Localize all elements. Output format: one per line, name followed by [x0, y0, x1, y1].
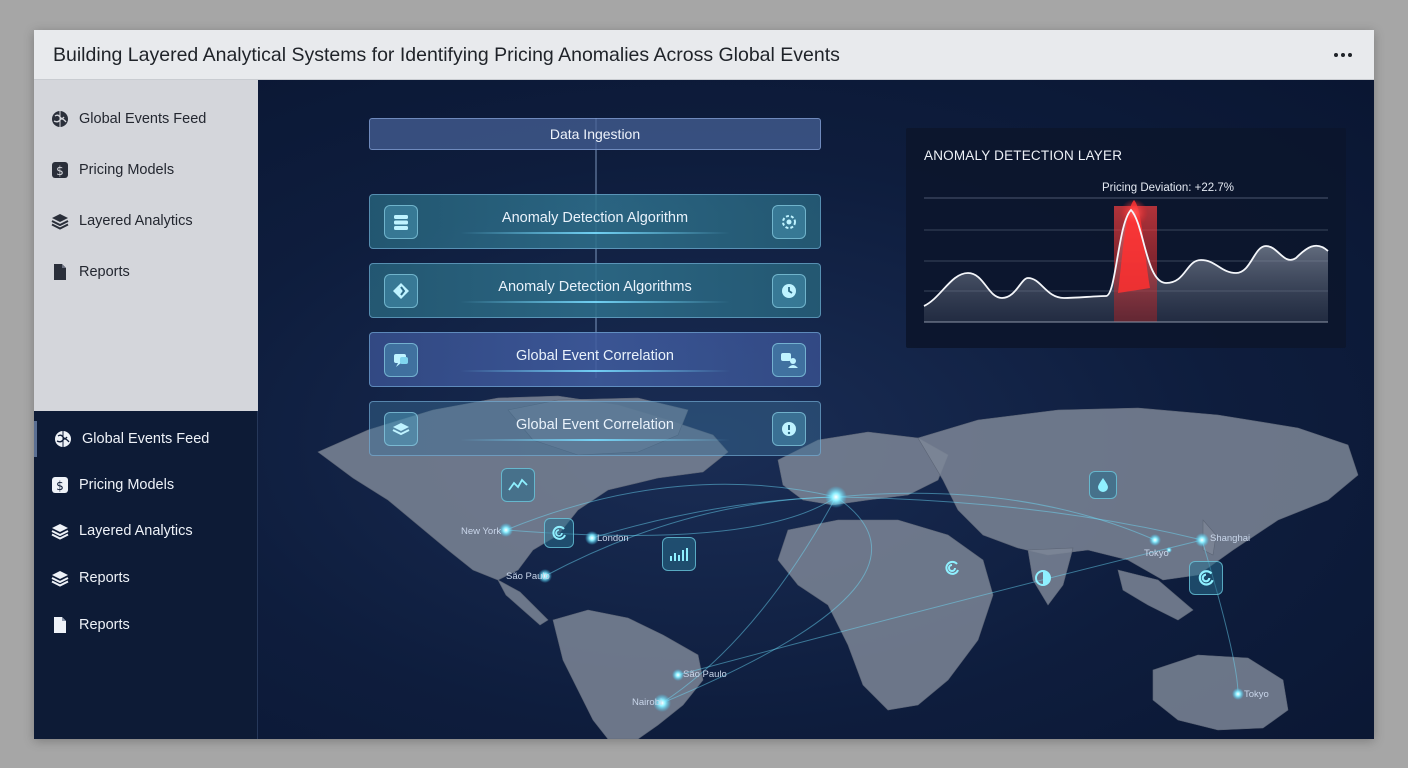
document-icon — [54, 617, 66, 633]
city-label-nairobi: Nairobi — [632, 697, 663, 708]
pipeline-card-global-event-correlation[interactable]: Global Event Correlation — [369, 332, 821, 387]
sidebar-item-reports-layers[interactable]: Reports — [34, 560, 258, 596]
pipeline-card-anomaly-detection-algorithm[interactable]: Anomaly Detection Algorithm — [369, 194, 821, 249]
more-options-button[interactable] — [1330, 42, 1356, 68]
sidebar-bottom: Global Events Feed $ Pricing Models Laye… — [34, 411, 258, 739]
dollar-icon: $ — [52, 162, 68, 178]
page-title: Building Layered Analytical Systems for … — [53, 44, 840, 66]
document-icon — [54, 264, 66, 280]
city-label-sao-paulo: São Paulo — [683, 669, 727, 680]
clock-icon — [772, 274, 806, 308]
sidebar-item-label: Global Events Feed — [79, 111, 207, 127]
city-dot — [1195, 533, 1209, 547]
sidebar-item-global-events-feed[interactable]: Global Events Feed — [34, 101, 258, 137]
continent-africa — [777, 519, 994, 711]
settings-icon — [772, 205, 806, 239]
more-dot — [1348, 53, 1352, 57]
city-label-shanghai: Shanghai — [1210, 533, 1251, 544]
city-dot — [1149, 534, 1161, 546]
sidebar-item-label: Pricing Models — [79, 162, 175, 178]
pipeline-card-label: Anomaly Detection Algorithms — [498, 279, 692, 295]
refresh-icon[interactable] — [544, 518, 574, 548]
card-glow-line — [460, 439, 730, 441]
sidebar-item-pricing-models[interactable]: $ Pricing Models — [34, 467, 258, 503]
svg-text:$: $ — [56, 164, 64, 178]
trend-chart-icon[interactable] — [501, 468, 535, 502]
half-circle-icon[interactable] — [1029, 564, 1057, 592]
sidebar-item-layered-analytics[interactable]: Layered Analytics — [34, 203, 258, 239]
continent-central-america — [497, 579, 549, 626]
spiral-icon[interactable] — [938, 554, 966, 582]
pricing-deviation-chart[interactable]: Pricing Deviation: +22.7% — [906, 128, 1346, 348]
city-dot — [1232, 688, 1244, 700]
card-glow-line — [460, 370, 730, 372]
sidebar-item-layered-analytics[interactable]: Layered Analytics — [34, 513, 258, 549]
globe-icon — [55, 431, 71, 447]
sidebar-item-label: Global Events Feed — [82, 431, 210, 447]
city-label-london: London — [597, 533, 629, 544]
layers-icon — [51, 214, 69, 230]
city-label-tokyo-australia: Tokyo — [1244, 689, 1269, 700]
spiral-icon[interactable] — [1189, 561, 1223, 595]
pricing-deviation-label: Pricing Deviation: +22.7% — [1102, 182, 1234, 194]
svg-text:$: $ — [56, 479, 64, 493]
card-glow-line — [460, 301, 730, 303]
sidebar-item-label: Layered Analytics — [79, 523, 193, 539]
anomaly-detection-panel: ANOMALY DETECTION LAYER Pricing Deviatio… — [906, 128, 1346, 348]
city-dot — [825, 486, 847, 508]
more-dot — [1341, 53, 1345, 57]
bar-chart-icon[interactable] — [662, 537, 696, 571]
city-label-sao-paulo-north: São Paulo — [506, 571, 550, 582]
main-canvas: New York London São Paulo São Paulo Nair… — [258, 80, 1374, 739]
pipeline-card-label: Global Event Correlation — [516, 417, 674, 433]
water-drop-icon[interactable] — [1089, 471, 1117, 499]
more-dot — [1334, 53, 1338, 57]
sidebar-item-label: Reports — [79, 264, 130, 280]
pipeline-card-global-event-correlation-2[interactable]: Global Event Correlation — [369, 401, 821, 456]
sidebar-item-label: Reports — [79, 570, 130, 586]
pipeline-card-label: Anomaly Detection Algorithm — [501, 210, 689, 226]
users-icon — [772, 343, 806, 377]
sidebar-item-label: Pricing Models — [79, 477, 175, 493]
continent-asia — [917, 407, 1359, 581]
sidebar-item-pricing-models[interactable]: $ Pricing Models — [34, 152, 258, 188]
city-label-tokyo-asia: Tokyo — [1144, 548, 1169, 559]
dollar-icon: $ — [52, 477, 68, 493]
sidebar-item-label: Layered Analytics — [79, 213, 193, 229]
card-glow-line — [460, 232, 730, 234]
layers-icon — [51, 524, 69, 540]
app-window: Building Layered Analytical Systems for … — [34, 30, 1374, 739]
pipeline-card-label: Global Event Correlation — [516, 348, 674, 364]
city-label-new-york: New York — [461, 526, 502, 537]
layers-icon — [51, 571, 69, 587]
alert-icon — [772, 412, 806, 446]
pipeline-card-anomaly-detection-algorithms[interactable]: Anomaly Detection Algorithms — [369, 263, 821, 318]
sidebar-item-reports[interactable]: Reports — [34, 607, 258, 643]
sidebar-top: Global Events Feed $ Pricing Models Laye… — [34, 80, 258, 411]
sidebar-item-global-events-feed[interactable]: Global Events Feed — [34, 421, 258, 457]
sidebar-item-reports[interactable]: Reports — [34, 254, 258, 290]
title-bar: Building Layered Analytical Systems for … — [34, 30, 1374, 80]
sidebar-item-label: Reports — [79, 617, 130, 633]
data-ingestion-header[interactable]: Data Ingestion — [369, 118, 821, 150]
globe-icon — [52, 111, 68, 127]
